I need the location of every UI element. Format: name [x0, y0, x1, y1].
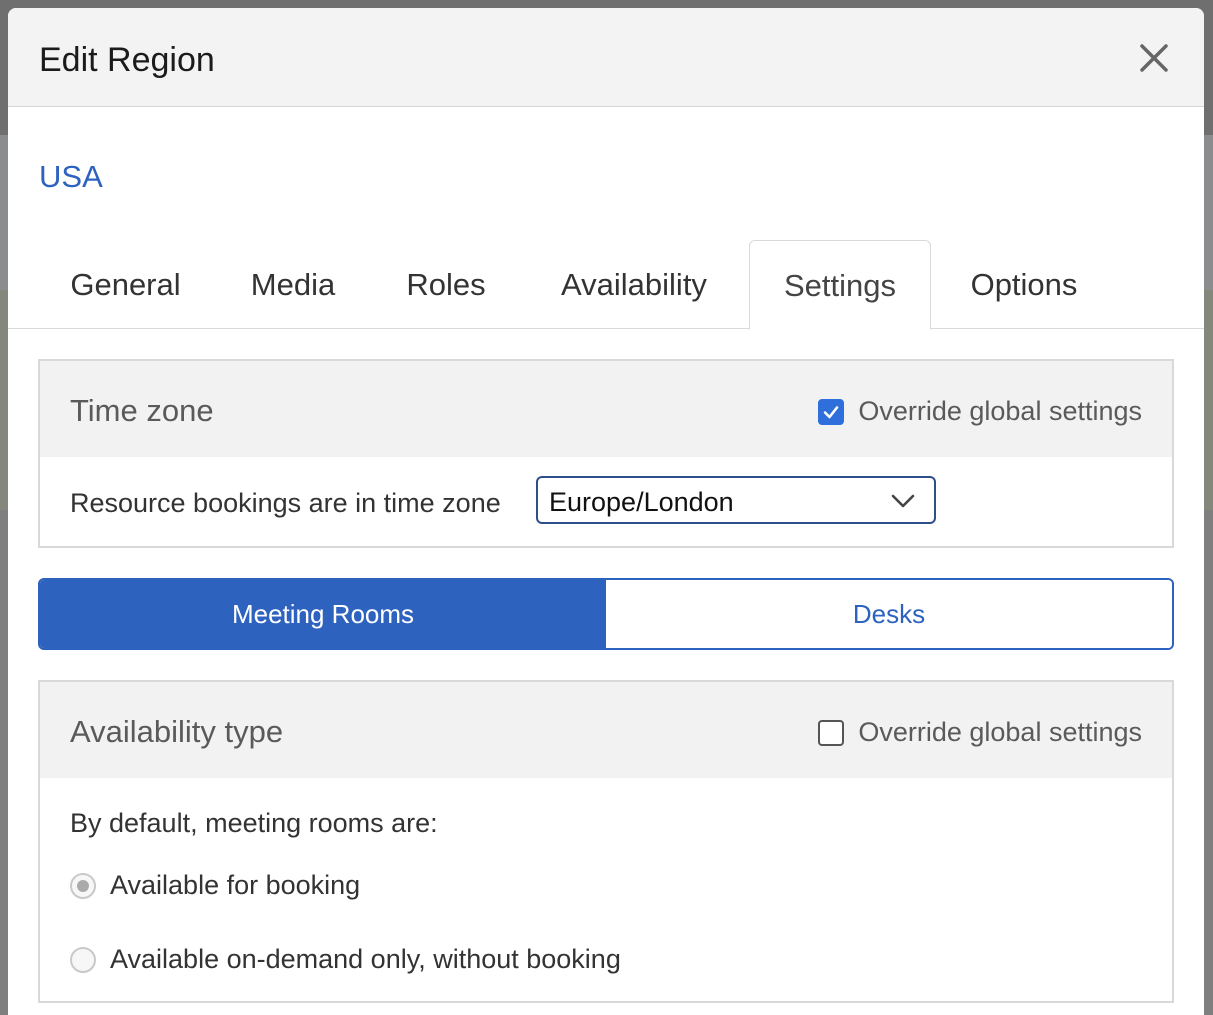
time-zone-override-toggle[interactable]: Override global settings	[818, 396, 1142, 427]
desks-button[interactable]: Desks	[606, 580, 1172, 648]
tab-availability[interactable]: Availability	[526, 240, 742, 329]
modal-header: Edit Region	[8, 8, 1204, 107]
modal-title: Edit Region	[39, 41, 215, 79]
availability-type-panel: Availability type Override global settin…	[38, 680, 1174, 1003]
availability-override-toggle[interactable]: Override global settings	[818, 717, 1142, 748]
availability-type-title: Availability type	[70, 714, 284, 749]
region-name-link[interactable]: USA	[39, 159, 103, 195]
meeting-rooms-button[interactable]: Meeting Rooms	[40, 580, 606, 648]
radio-button[interactable]	[70, 872, 96, 899]
radio-label: Available for booking	[110, 870, 361, 900]
checkmark-icon	[824, 405, 839, 418]
chevron-down-icon	[891, 494, 915, 508]
time-zone-override-checkbox[interactable]	[818, 398, 845, 425]
time-zone-selected-value: Europe/London	[549, 487, 734, 517]
availability-override-label: Override global settings	[858, 717, 1142, 747]
availability-intro: By default, meeting rooms are:	[70, 808, 438, 838]
time-zone-panel-header: Time zone Override global settings	[40, 361, 1172, 457]
time-zone-row: Resource bookings are in time zone Europ…	[40, 457, 1172, 547]
tab-settings[interactable]: Settings	[749, 240, 931, 330]
time-zone-panel: Time zone Override global settings Resou…	[38, 359, 1174, 548]
radio-label: Available on-demand only, without bookin…	[110, 944, 621, 974]
tab-bar: General Media Roles Availability Setting…	[8, 240, 1204, 330]
radio-button[interactable]	[70, 946, 96, 973]
radio-available-for-booking[interactable]: Available for booking	[70, 870, 360, 901]
time-zone-override-label: Override global settings	[858, 396, 1142, 426]
availability-type-body: By default, meeting rooms are: Available…	[40, 778, 1172, 1003]
time-zone-select[interactable]: Europe/London	[536, 476, 936, 524]
resource-type-toggle: Meeting Rooms Desks	[38, 578, 1174, 650]
availability-override-checkbox[interactable]	[818, 719, 845, 746]
time-zone-row-label: Resource bookings are in time zone	[70, 488, 501, 518]
edit-region-modal: Edit Region USA General Media Roles Avai…	[8, 8, 1204, 1015]
radio-available-on-demand[interactable]: Available on-demand only, without bookin…	[70, 944, 621, 975]
close-icon	[1140, 44, 1168, 72]
tab-media[interactable]: Media	[220, 240, 366, 329]
close-button[interactable]	[1134, 38, 1174, 78]
time-zone-title: Time zone	[70, 393, 214, 428]
tab-options[interactable]: Options	[938, 240, 1110, 329]
tab-roles[interactable]: Roles	[373, 240, 519, 329]
availability-type-panel-header: Availability type Override global settin…	[40, 682, 1172, 778]
tab-general[interactable]: General	[38, 240, 213, 329]
